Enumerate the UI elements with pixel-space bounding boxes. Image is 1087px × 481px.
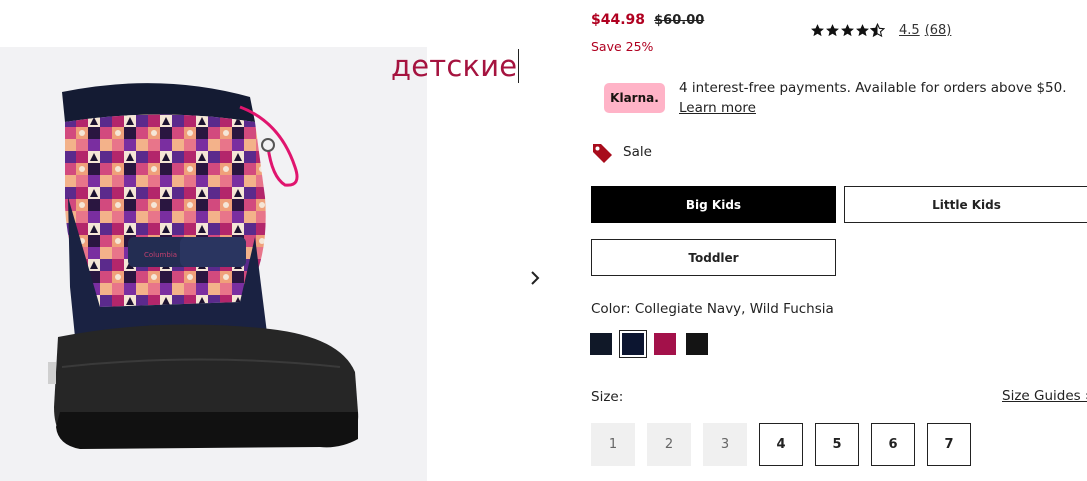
sale-price: $44.98 bbox=[591, 12, 646, 28]
overlay-word: детские bbox=[391, 49, 518, 83]
color-swatch-fuchsia[interactable] bbox=[654, 333, 676, 355]
chevron-right-icon bbox=[531, 271, 540, 285]
product-page: Columbia детские $44.98 $60.00 Save 25% bbox=[0, 0, 1087, 481]
rating-stars bbox=[810, 23, 885, 38]
svg-text:Columbia: Columbia bbox=[144, 251, 177, 259]
text-caret bbox=[518, 49, 520, 83]
color-swatch-black[interactable] bbox=[686, 333, 708, 355]
boot-image: Columbia bbox=[48, 83, 359, 449]
rating[interactable]: 4.5 (68) bbox=[810, 23, 951, 38]
age-option-little-kids[interactable]: Little Kids bbox=[844, 186, 1087, 223]
star-icon bbox=[856, 24, 869, 37]
original-price: $60.00 bbox=[654, 13, 705, 28]
star-icon bbox=[826, 24, 839, 37]
size-guides-link[interactable]: Size Guides › bbox=[1002, 388, 1087, 404]
size-option-4[interactable]: 4 bbox=[759, 423, 803, 466]
klarna-learn-more-link[interactable]: Learn more bbox=[679, 98, 1067, 118]
color-swatch-collegiate-navy[interactable] bbox=[619, 330, 647, 358]
sale-tag: Sale bbox=[591, 141, 652, 163]
size-option-3[interactable]: 3 bbox=[703, 423, 747, 466]
star-icon bbox=[811, 24, 824, 37]
price-row: $44.98 $60.00 bbox=[591, 9, 704, 28]
rating-value-link[interactable]: 4.5 bbox=[899, 23, 920, 38]
review-count-link[interactable]: (68) bbox=[925, 23, 952, 38]
next-image-button[interactable] bbox=[527, 268, 543, 288]
overlay-text: детские bbox=[391, 49, 520, 83]
klarna-text: 4 interest-free payments. Available for … bbox=[679, 80, 1067, 96]
half-star-icon bbox=[870, 23, 885, 38]
size-option-6[interactable]: 6 bbox=[871, 423, 915, 466]
size-option-2[interactable]: 2 bbox=[647, 423, 691, 466]
age-option-big-kids[interactable]: Big Kids bbox=[591, 186, 836, 223]
price-tag-icon bbox=[593, 144, 612, 163]
star-icon bbox=[841, 24, 854, 37]
size-option-1[interactable]: 1 bbox=[591, 423, 635, 466]
klarna-logo: Klarna. bbox=[604, 83, 665, 113]
product-image[interactable]: Columbia bbox=[0, 47, 427, 481]
klarna-message: 4 interest-free payments. Available for … bbox=[679, 78, 1067, 118]
age-option-toddler[interactable]: Toddler bbox=[591, 239, 836, 276]
size-option-5[interactable]: 5 bbox=[815, 423, 859, 466]
save-percent: Save 25% bbox=[591, 39, 654, 54]
size-label: Size: bbox=[591, 389, 624, 405]
sale-label: Sale bbox=[623, 144, 652, 160]
color-label: Color: Collegiate Navy, Wild Fuchsia bbox=[591, 301, 834, 317]
size-option-7[interactable]: 7 bbox=[927, 423, 971, 466]
color-swatch-navy[interactable] bbox=[590, 333, 612, 355]
